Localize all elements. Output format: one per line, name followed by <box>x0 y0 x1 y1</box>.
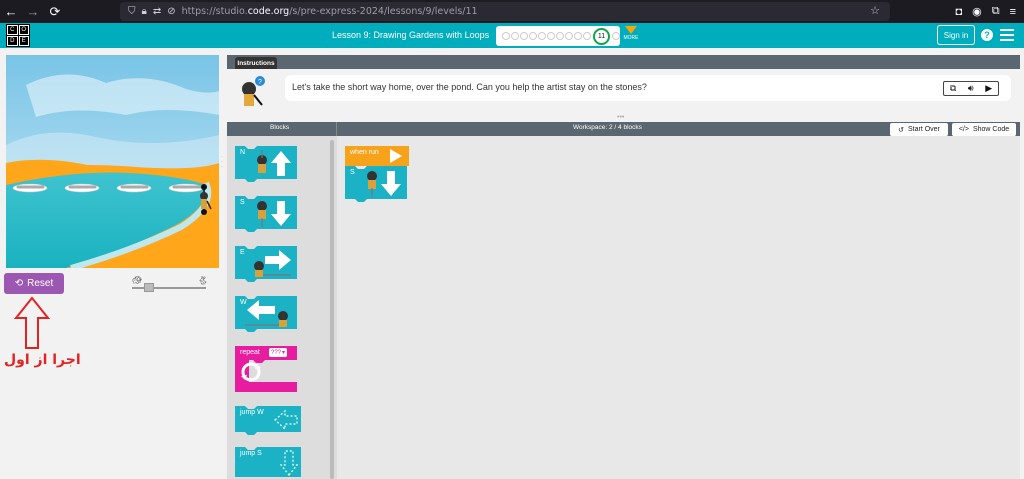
current-level-bubble[interactable]: 11 <box>593 27 610 45</box>
move-south-block[interactable]: S <box>235 196 297 233</box>
shield-icon: ⛉ <box>128 6 136 17</box>
workspace-header: Blocks Workspace: 2 / 4 blocks ↺ Start O… <box>227 122 1020 136</box>
account-icon[interactable]: ◉ <box>972 5 982 18</box>
level-dot[interactable] <box>502 32 510 40</box>
workspace-block-count: Workspace: 2 / 4 blocks <box>573 124 642 131</box>
instruction-text: Let's take the short way home, over the … <box>292 82 647 92</box>
help-icon[interactable]: ? <box>981 29 993 41</box>
url-bar[interactable]: ⛉ 🔒︎ ⇄ ⊘ https://studio.code.org/s/pre-e… <box>120 2 890 21</box>
app-header: C O D E Lesson 9: Drawing Gardens with L… <box>0 23 1024 48</box>
jump-west-block[interactable]: jump W <box>235 406 301 436</box>
toolbox-scrollbar[interactable] <box>330 140 334 479</box>
play-icon[interactable]: ▶ <box>985 83 992 94</box>
level-dot[interactable] <box>565 32 573 40</box>
reset-button[interactable]: ⟲ Reset <box>4 273 64 294</box>
app-menu-icon[interactable]: ≡ <box>1010 6 1016 18</box>
url-text: https://studio.code.org/s/pre-express-20… <box>181 6 478 17</box>
level-dot[interactable] <box>529 32 537 40</box>
text-to-speech-controls[interactable]: ⧉ 🔊︎ ▶ <box>943 81 999 96</box>
instructions-header: Instructions <box>227 55 1020 69</box>
show-code-button[interactable]: </> Show Code <box>952 123 1016 136</box>
placed-move-south-block[interactable]: S <box>345 166 407 203</box>
repeat-block[interactable]: repeat ??? ▾ <box>235 346 297 394</box>
camera-off-icon[interactable]: ⊘ <box>167 6 175 17</box>
back-icon[interactable]: ← <box>0 0 22 23</box>
chevron-down-icon: ▾ <box>282 350 286 356</box>
level-progress: 11 <box>496 26 620 46</box>
panel-resize-handle[interactable]: ••• <box>617 114 624 121</box>
level-dot[interactable] <box>511 32 519 40</box>
reload-icon[interactable]: ⟳ <box>44 0 66 23</box>
forward-icon[interactable]: → <box>22 0 44 23</box>
repeat-count-dropdown[interactable]: ??? ▾ <box>269 348 288 357</box>
instructions-panel: ? Let's take the short way home, over th… <box>227 69 1020 115</box>
undo-icon: ↺ <box>898 126 904 134</box>
pocket-icon[interactable]: ◘ <box>955 6 962 18</box>
artist-canvas <box>6 55 219 268</box>
hamburger-menu-icon[interactable] <box>1000 29 1014 41</box>
code-org-logo[interactable]: C O D E <box>6 24 30 47</box>
when-run-block[interactable]: when run <box>345 146 409 169</box>
chevron-down-icon <box>625 26 637 34</box>
move-north-block[interactable]: N <box>235 146 297 183</box>
more-levels-button[interactable]: MORE <box>623 26 639 41</box>
sign-in-button[interactable]: Sign in <box>937 25 975 45</box>
tortoise-icon: 🐢︎ <box>132 276 143 285</box>
speed-slider[interactable]: 🐢︎ 🐇︎ <box>132 276 208 292</box>
level-dot[interactable] <box>574 32 582 40</box>
block-toolbox: N S E W repeat ??? ▾ jump W jump S <box>227 136 337 479</box>
start-over-button[interactable]: ↺ Start Over <box>890 123 948 136</box>
permissions-icon[interactable]: ⇄ <box>153 6 161 17</box>
lock-icon: 🔒︎ <box>141 6 147 17</box>
immersive-reader-icon[interactable]: ⧉ <box>950 83 956 94</box>
rabbit-icon: 🐇︎ <box>197 276 208 285</box>
level-dot[interactable] <box>612 32 620 40</box>
lesson-title[interactable]: Lesson 9: Drawing Gardens with Loops <box>332 30 489 40</box>
bookmark-star-icon[interactable]: ☆ <box>870 4 880 17</box>
move-west-block[interactable]: W <box>235 296 297 333</box>
jump-south-block[interactable]: jump S <box>235 447 301 477</box>
level-dot[interactable] <box>520 32 528 40</box>
level-dot[interactable] <box>538 32 546 40</box>
svg-text:?: ? <box>258 79 262 86</box>
instructions-tab[interactable]: Instructions <box>235 57 277 69</box>
level-dot[interactable] <box>556 32 564 40</box>
resize-grip-icon[interactable]: · · · <box>221 154 223 170</box>
reset-icon: ⟲ <box>14 278 24 289</box>
pond-scene <box>6 55 219 268</box>
move-east-block[interactable]: E <box>235 246 297 283</box>
browser-toolbar: ← → ⟳ ⛉ 🔒︎ ⇄ ⊘ https://studio.code.org/s… <box>0 0 1024 23</box>
blocks-header: Blocks <box>270 124 290 131</box>
level-dot[interactable] <box>583 32 591 40</box>
level-dot[interactable] <box>547 32 555 40</box>
speaker-icon[interactable]: 🔊︎ <box>968 83 974 94</box>
up-arrow-annotation-icon <box>14 296 50 349</box>
code-icon: </> <box>958 126 969 133</box>
artist-avatar-icon: ? <box>242 76 265 106</box>
extensions-icon[interactable]: ⧉ <box>992 5 1000 18</box>
block-workspace[interactable]: when run S <box>337 136 1020 479</box>
speed-slider-thumb[interactable] <box>144 283 154 292</box>
instruction-bubble: Let's take the short way home, over the … <box>285 75 1011 101</box>
reset-annotation-text: اجرا از اول <box>4 352 81 368</box>
